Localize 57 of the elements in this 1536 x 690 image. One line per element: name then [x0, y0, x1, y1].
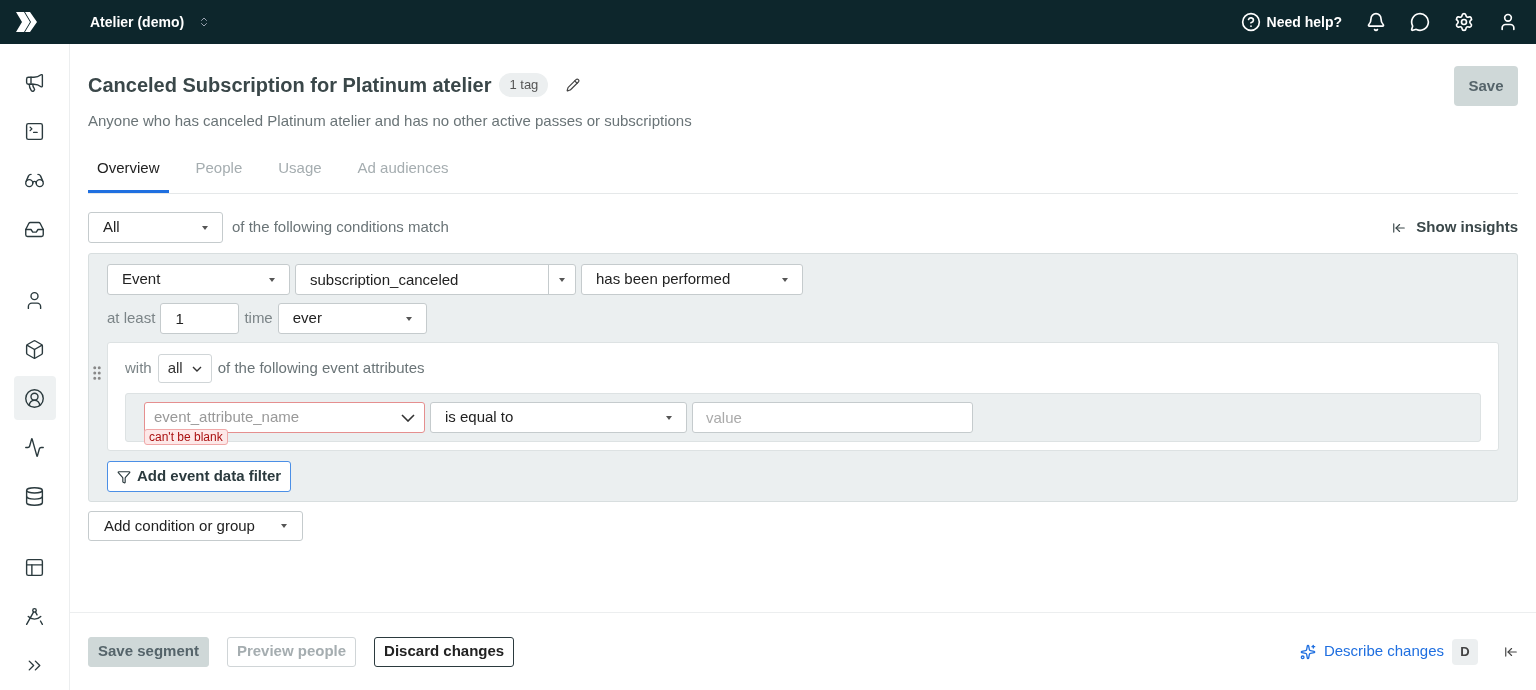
- footer-button[interactable]: Discard changes: [374, 636, 515, 667]
- help-button[interactable]: Need help?: [1240, 11, 1342, 33]
- count-field[interactable]: 1: [160, 303, 240, 334]
- bell-icon[interactable]: [1366, 12, 1386, 32]
- logo-icon: [16, 12, 38, 32]
- terminal-icon: [24, 120, 45, 142]
- pencil-icon[interactable]: [566, 78, 581, 92]
- time-label: time: [244, 308, 273, 329]
- workspace-switcher[interactable]: Atelier (demo): [90, 11, 211, 33]
- describe-changes-link[interactable]: Describe changes: [1299, 640, 1444, 663]
- error-message: can't be blank: [144, 429, 228, 445]
- condition-type-select[interactable]: Event: [107, 264, 290, 295]
- event-name-dropdown[interactable]: subscription_canceled: [295, 264, 576, 295]
- filter-operator-select[interactable]: is equal to: [430, 402, 687, 433]
- caret-icon: [559, 277, 565, 282]
- segment-description: Anyone who has canceled Platinum atelier and has no other active passes or subscriptions: [88, 111, 693, 131]
- event-name: subscription_canceled: [309, 270, 460, 290]
- add-condition-button[interactable]: Add condition or group: [88, 511, 303, 541]
- pulse-icon: [24, 436, 45, 458]
- settings-icon[interactable]: [1454, 12, 1474, 32]
- caret-icon: [269, 277, 275, 282]
- attributes-text: of the following event attributes: [217, 358, 425, 379]
- filter-icon: [117, 469, 131, 484]
- chat-icon[interactable]: [1410, 12, 1430, 32]
- show-insights-button[interactable]: Show insights: [1392, 216, 1518, 239]
- caret-icon: [405, 316, 412, 321]
- caret-icon: [782, 277, 788, 282]
- help-icon: [1240, 12, 1261, 32]
- add-event-filter-button[interactable]: Add event data filter: [107, 461, 292, 492]
- collapse-left-icon[interactable]: [1504, 644, 1518, 659]
- with-label: with: [125, 358, 152, 379]
- keyboard-shortcut: D: [1452, 638, 1478, 665]
- sidebar-item[interactable]: [13, 376, 56, 420]
- layout-icon: [24, 556, 45, 578]
- database-icon: [24, 485, 45, 507]
- caret-icon: [281, 524, 287, 528]
- timeframe-select[interactable]: ever: [277, 303, 427, 334]
- match-select[interactable]: All: [88, 212, 223, 243]
- user-icon[interactable]: [1498, 12, 1518, 32]
- value-field[interactable]: value: [692, 402, 973, 433]
- user-circle-icon: [24, 387, 45, 409]
- sparkles-icon: [1299, 643, 1316, 660]
- tab[interactable]: Overview: [88, 154, 169, 193]
- cube-icon: [24, 338, 45, 360]
- caret-icon: [202, 225, 208, 230]
- chevron-down-icon: [401, 413, 415, 422]
- operator-select[interactable]: has been performed: [581, 264, 803, 295]
- segment-title: Canceled Subscription for Platinum atelier: [88, 73, 492, 98]
- collapse-left-icon: [1392, 220, 1407, 235]
- chevron-down-icon: [191, 365, 202, 372]
- match-text: of the following conditions match: [232, 217, 449, 238]
- at-least-label: at least: [107, 308, 156, 329]
- caret-icon: [666, 415, 672, 420]
- compass-icon: [24, 605, 45, 627]
- tag-count[interactable]: 1 tag: [499, 73, 549, 97]
- attribute-match-select[interactable]: all: [157, 354, 212, 383]
- megaphone-icon: [24, 71, 45, 93]
